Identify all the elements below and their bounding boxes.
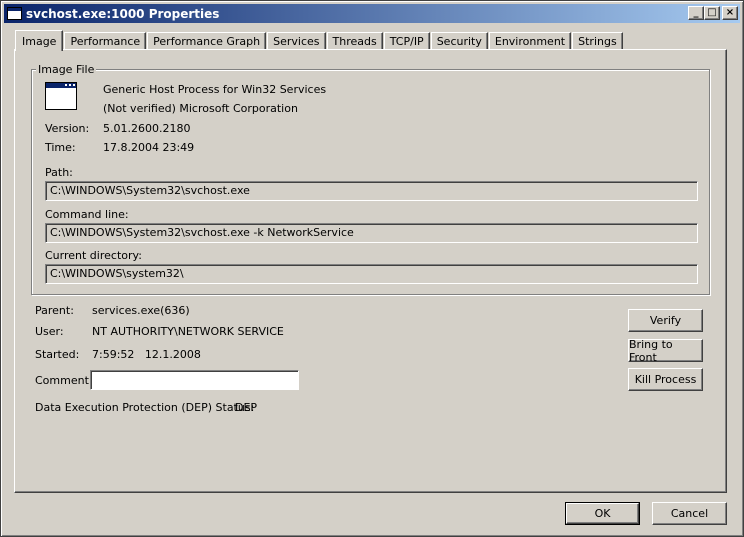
time-label: Time: (45, 141, 76, 154)
close-icon[interactable]: × (722, 6, 738, 20)
maximize-icon[interactable]: □ (704, 6, 720, 20)
current-directory-field[interactable]: C:\WINDOWS\system32\ (45, 264, 698, 284)
user-label: User: (35, 325, 64, 338)
version-value: 5.01.2600.2180 (103, 122, 191, 135)
tab-services[interactable]: Services (267, 32, 326, 50)
comment-label: Comment: (35, 374, 93, 387)
process-window-icon (45, 82, 77, 110)
image-description: Generic Host Process for Win32 Services (103, 83, 327, 96)
title-bar[interactable]: svchost.exe:1000 Properties _ □ × (4, 4, 740, 23)
bring-to-front-button[interactable]: Bring to Front (628, 338, 703, 364)
tab-performance[interactable]: Performance (64, 32, 147, 50)
tab-threads[interactable]: Threads (326, 32, 383, 50)
verify-button[interactable]: Verify (628, 309, 703, 332)
image-file-group-title: Image File (36, 63, 97, 76)
parent-label: Parent: (35, 304, 74, 317)
tab-tcpip[interactable]: TCP/IP (383, 32, 430, 50)
version-label: Version: (45, 122, 90, 135)
started-label: Started: (35, 348, 80, 361)
command-line-field[interactable]: C:\WINDOWS\System32\svchost.exe -k Netwo… (45, 223, 698, 243)
current-directory-label: Current directory: (45, 249, 142, 262)
tab-environment[interactable]: Environment (488, 32, 572, 50)
tab-strings[interactable]: Strings (572, 32, 623, 50)
started-value: 7:59:52 12.1.2008 (92, 348, 201, 361)
ok-button[interactable]: OK (565, 502, 640, 525)
window-title: svchost.exe:1000 Properties (26, 6, 220, 21)
comment-input[interactable] (90, 370, 299, 390)
image-company: (Not verified) Microsoft Corporation (103, 102, 298, 115)
minimize-icon[interactable]: _ (688, 6, 704, 20)
path-label: Path: (45, 166, 73, 179)
time-value: 17.8.2004 23:49 (103, 141, 195, 154)
window-app-icon (7, 7, 22, 20)
tab-security[interactable]: Security (430, 32, 488, 50)
kill-process-button[interactable]: Kill Process (628, 368, 703, 391)
tab-image[interactable]: Image (15, 30, 64, 51)
dep-status-value: DEP (235, 401, 258, 414)
title-buttons: _ □ × (688, 6, 738, 20)
user-value: NT AUTHORITY\NETWORK SERVICE (92, 325, 284, 338)
tab-performance-graph[interactable]: Performance Graph (147, 32, 267, 50)
command-line-label: Command line: (45, 208, 129, 221)
dep-status-label: Data Execution Protection (DEP) Status: (35, 401, 255, 414)
tab-strip: Image Performance Performance Graph Serv… (15, 30, 624, 51)
properties-window: svchost.exe:1000 Properties _ □ × Image … (0, 0, 744, 537)
cancel-button[interactable]: Cancel (652, 502, 727, 525)
path-field[interactable]: C:\WINDOWS\System32\svchost.exe (45, 181, 698, 201)
parent-value: services.exe(636) (92, 304, 190, 317)
